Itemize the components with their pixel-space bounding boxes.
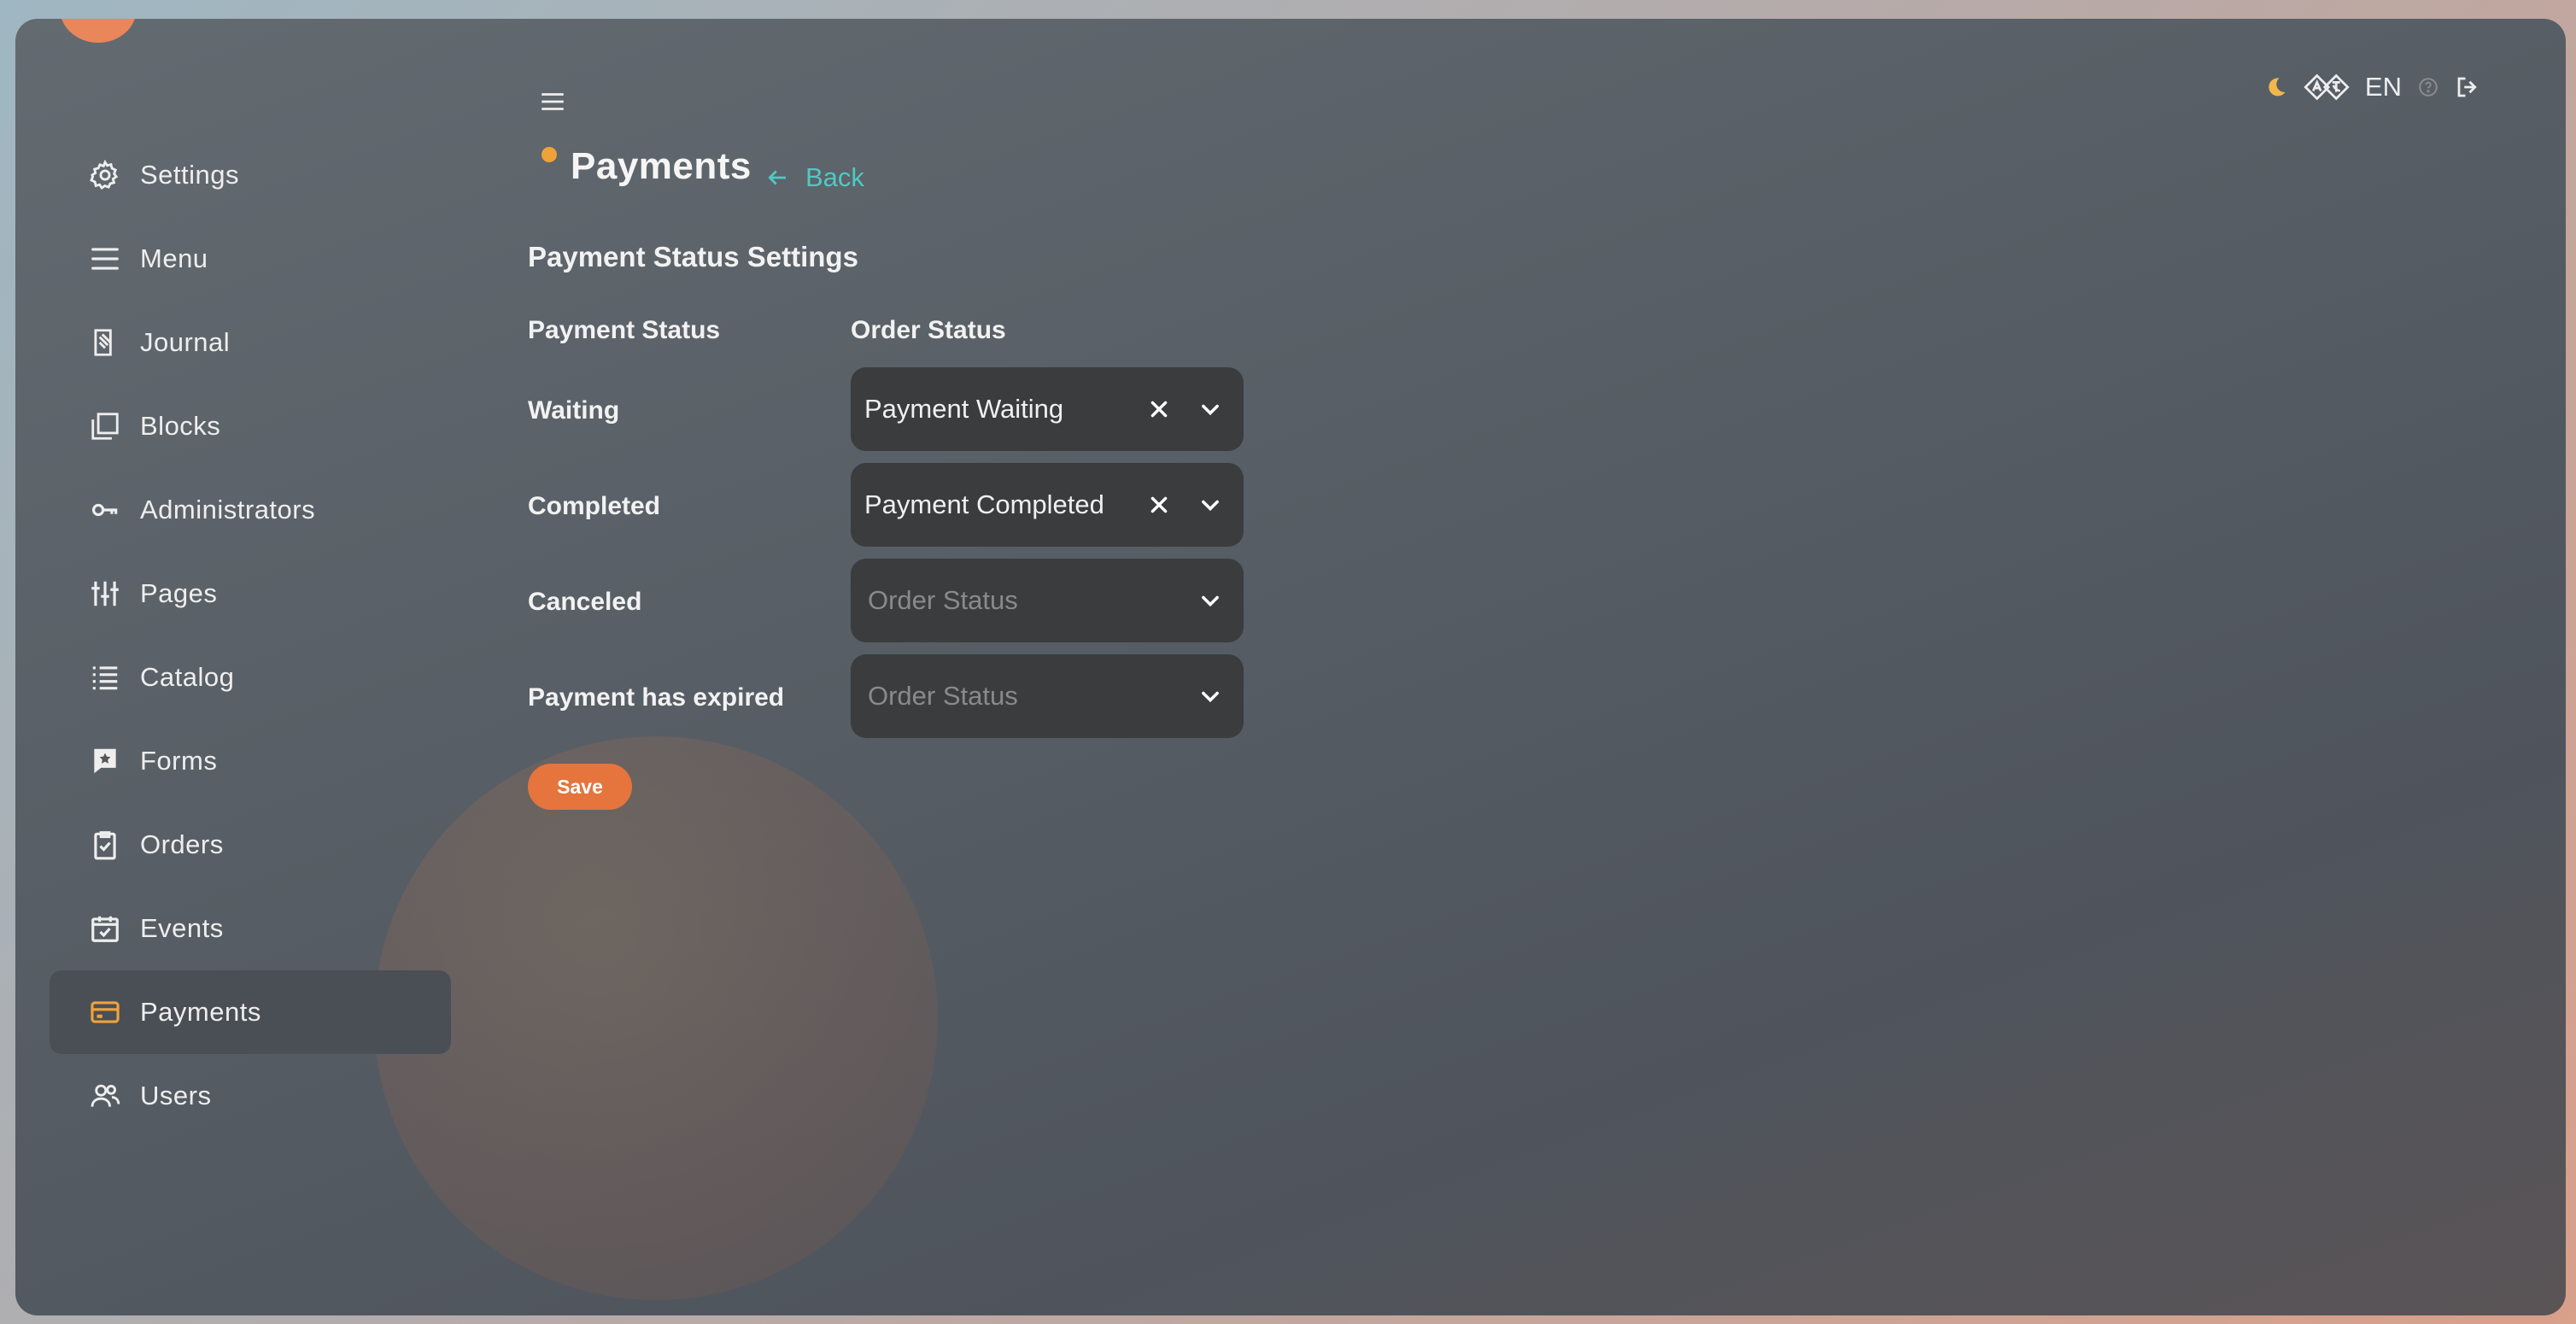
logo-mark bbox=[60, 19, 137, 43]
users-icon bbox=[89, 1080, 121, 1112]
sidebar-item-label: Journal bbox=[140, 327, 231, 357]
select-value: Payment Completed bbox=[864, 489, 1104, 519]
column-header-order-status: Order Status bbox=[851, 316, 1006, 344]
list-icon bbox=[89, 661, 121, 694]
sidebar-item-forms[interactable]: Forms bbox=[50, 719, 451, 803]
hamburger-menu-icon[interactable] bbox=[538, 87, 567, 116]
chevron-down-icon[interactable] bbox=[1196, 682, 1225, 711]
sidebar-item-label: Blocks bbox=[140, 411, 221, 441]
order-status-select-canceled[interactable]: Order Status bbox=[851, 559, 1244, 642]
section-title: Payment Status Settings bbox=[528, 241, 858, 272]
sidebar-item-label: Menu bbox=[140, 243, 208, 273]
sidebar-item-label: Pages bbox=[140, 578, 218, 608]
select-placeholder: Order Status bbox=[868, 585, 1018, 615]
status-dot bbox=[542, 147, 557, 162]
sidebar-item-orders[interactable]: Orders bbox=[50, 803, 451, 887]
sidebar-item-label: Payments bbox=[140, 997, 261, 1027]
row-label-completed: Completed bbox=[528, 492, 661, 520]
sliders-icon bbox=[89, 577, 121, 610]
sidebar-item-label: Catalog bbox=[140, 662, 235, 692]
credit-card-icon bbox=[89, 996, 121, 1028]
chevron-down-icon[interactable] bbox=[1196, 586, 1225, 615]
column-header-payment-status: Payment Status bbox=[528, 316, 721, 344]
row-label-expired: Payment has expired bbox=[528, 683, 785, 712]
app-window: Settings Menu Journal Blocks Administrat… bbox=[15, 19, 2566, 1315]
help-icon[interactable] bbox=[2417, 76, 2439, 98]
chevron-down-icon[interactable] bbox=[1196, 490, 1225, 519]
clear-icon[interactable] bbox=[1145, 490, 1174, 519]
sidebar-item-label: Events bbox=[140, 913, 224, 943]
header-tools: EN bbox=[2249, 72, 2480, 103]
back-link[interactable]: Back bbox=[764, 162, 864, 193]
blocks-icon bbox=[89, 410, 121, 442]
chevron-down-icon[interactable] bbox=[1196, 395, 1225, 424]
sidebar-item-menu[interactable]: Menu bbox=[50, 217, 451, 301]
sidebar-item-events[interactable]: Events bbox=[50, 887, 451, 970]
sidebar-item-users[interactable]: Users bbox=[50, 1054, 451, 1138]
arrow-left-icon bbox=[768, 170, 786, 185]
journal-icon bbox=[89, 326, 121, 359]
sidebar-item-administrators[interactable]: Administrators bbox=[50, 468, 451, 552]
background-decoration bbox=[374, 736, 938, 1300]
logout-icon[interactable] bbox=[2455, 74, 2480, 100]
order-status-select-expired[interactable]: Order Status bbox=[851, 654, 1244, 738]
save-button[interactable]: Save bbox=[528, 764, 632, 810]
back-label: Back bbox=[805, 162, 864, 192]
page-title: Payments bbox=[571, 145, 752, 187]
moon-icon[interactable] bbox=[2264, 75, 2288, 99]
select-placeholder: Order Status bbox=[868, 681, 1018, 711]
sidebar-item-settings[interactable]: Settings bbox=[50, 133, 451, 217]
sidebar-item-label: Settings bbox=[140, 160, 240, 190]
row-label-waiting: Waiting bbox=[528, 396, 620, 425]
form-icon bbox=[89, 745, 121, 777]
sidebar-item-blocks[interactable]: Blocks bbox=[50, 384, 451, 468]
clipboard-check-icon bbox=[89, 829, 121, 861]
sidebar: Settings Menu Journal Blocks Administrat… bbox=[50, 133, 451, 1138]
calendar-check-icon bbox=[89, 912, 121, 945]
key-icon bbox=[89, 494, 121, 526]
gear-icon bbox=[89, 159, 121, 191]
row-label-canceled: Canceled bbox=[528, 588, 642, 616]
order-status-select-completed[interactable]: Payment Completed bbox=[851, 463, 1244, 547]
sidebar-item-label: Orders bbox=[140, 829, 224, 859]
sidebar-item-pages[interactable]: Pages bbox=[50, 552, 451, 636]
sidebar-item-label: Forms bbox=[140, 746, 218, 776]
sidebar-item-label: Users bbox=[140, 1081, 212, 1110]
sidebar-item-payments[interactable]: Payments bbox=[50, 970, 451, 1054]
sidebar-item-catalog[interactable]: Catalog bbox=[50, 636, 451, 719]
sidebar-item-label: Administrators bbox=[140, 495, 316, 524]
sidebar-item-journal[interactable]: Journal bbox=[50, 301, 451, 384]
order-status-select-waiting[interactable]: Payment Waiting bbox=[851, 367, 1244, 451]
menu-icon bbox=[89, 243, 121, 275]
language-selector[interactable]: EN bbox=[2365, 72, 2402, 103]
clear-icon[interactable] bbox=[1145, 395, 1174, 424]
translate-icon[interactable] bbox=[2304, 73, 2350, 101]
select-value: Payment Waiting bbox=[864, 394, 1064, 424]
